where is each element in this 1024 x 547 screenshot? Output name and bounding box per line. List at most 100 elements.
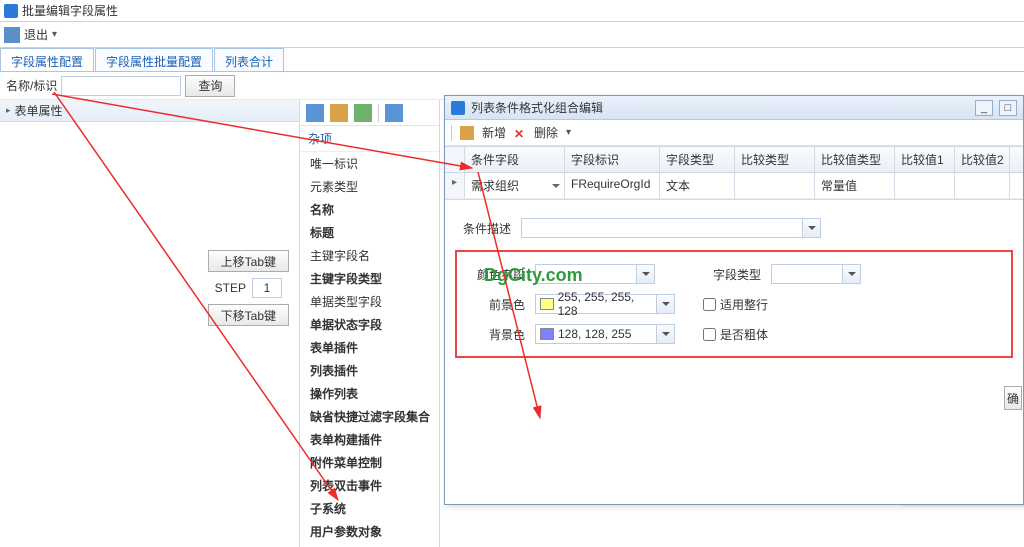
property-list-panel: 杂项 唯一标识元素类型名称标题主键字段名主键字段类型单据类型字段单据状态字段表单… [300,100,440,547]
close-icon[interactable]: □ [999,100,1017,116]
cell-compare-type[interactable] [735,173,815,198]
fg-swatch [540,298,554,310]
property-item[interactable]: 唯一标识 [300,152,439,175]
minimize-icon[interactable]: _ [975,100,993,116]
dialog-toolbar: 新增 ✕ 删除 ▾ [445,120,1023,146]
col-value-type[interactable]: 比较值类型 [815,147,895,172]
chevron-down-icon[interactable] [656,325,674,343]
filter-icon[interactable] [354,104,372,122]
col-field-type[interactable]: 字段类型 [660,147,735,172]
watermark: DgCity.com [484,265,583,286]
chevron-down-icon[interactable] [802,219,820,237]
row-marker: ▸ [445,173,465,198]
dialog-titlebar[interactable]: 列表条件格式化组合编辑 _ □ [445,96,1023,120]
whole-row-input[interactable] [703,298,716,311]
dialog-title: 列表条件格式化组合编辑 [471,99,603,116]
bg-swatch [540,328,554,340]
cell-field-id[interactable]: FRequireOrgId [565,173,660,198]
format-dialog: 列表条件格式化组合编辑 _ □ 新增 ✕ 删除 ▾ 条件字段 字段标识 字段类型… [444,95,1024,505]
property-item[interactable]: 主键字段名 [300,244,439,267]
bold-input[interactable] [703,328,716,341]
fg-color-combo[interactable]: 255, 255, 255, 128 [535,294,675,314]
separator [378,104,379,122]
search-input[interactable] [61,76,181,96]
main-toolbar: 退出 ▾ [0,22,1024,48]
chevron-down-icon[interactable] [842,265,860,283]
tree-root: 表单属性 [15,102,63,119]
property-item[interactable]: 模版 [300,543,439,547]
condition-grid: 条件字段 字段标识 字段类型 比较类型 比较值类型 比较值1 比较值2 ▸ 需求… [445,146,1023,200]
chevron-down-icon[interactable]: ▾ [566,127,571,138]
col-value2[interactable]: 比较值2 [955,147,1010,172]
property-item[interactable]: 用户参数对象 [300,520,439,543]
property-item[interactable]: 附件菜单控制 [300,451,439,474]
step-input[interactable] [252,278,282,298]
col-field-id[interactable]: 字段标识 [565,147,660,172]
chevron-down-icon[interactable] [656,295,674,313]
property-item[interactable]: 标题 [300,221,439,244]
fg-value: 255, 255, 255, 128 [558,290,654,318]
row-marker [445,147,465,172]
left-panel: ▸ 表单属性 上移Tab键 STEP 下移Tab键 [0,100,300,547]
window-titlebar: 批量编辑字段属性 [0,0,1024,22]
whole-row-checkbox[interactable]: 适用整行 [703,296,768,313]
delete-icon: ✕ [514,127,526,139]
doc-icon[interactable] [385,104,403,122]
move-down-button[interactable]: 下移Tab键 [208,304,289,326]
sort-icon[interactable] [306,104,324,122]
tabstrip: 字段属性配置 字段属性批量配置 列表合计 [0,48,1024,72]
property-item[interactable]: 操作列表 [300,382,439,405]
ok-button[interactable]: 确 [1004,386,1022,410]
col-cond-field[interactable]: 条件字段 [465,147,565,172]
tab-field-config[interactable]: 字段属性配置 [0,48,94,71]
cell-field-type[interactable]: 文本 [660,173,735,198]
exit-button[interactable]: 退出 [24,26,48,43]
tab-list-total[interactable]: 列表合计 [214,48,284,71]
property-item[interactable]: 元素类型 [300,175,439,198]
property-item[interactable]: 名称 [300,198,439,221]
group-header: 杂项 [300,126,439,152]
search-label: 名称/标识 [6,77,57,94]
property-list: 唯一标识元素类型名称标题主键字段名主键字段类型单据类型字段单据状态字段表单插件列… [300,152,439,547]
cell-value2[interactable] [955,173,1010,198]
field-type-combo[interactable] [771,264,861,284]
col-compare-type[interactable]: 比较类型 [735,147,815,172]
col-value1[interactable]: 比较值1 [895,147,955,172]
chevron-down-icon[interactable] [636,265,654,283]
bg-value: 128, 128, 255 [558,327,631,341]
property-item[interactable]: 列表双击事件 [300,474,439,497]
tree-caret-icon: ▸ [6,105,11,116]
move-up-button[interactable]: 上移Tab键 [208,250,289,272]
category-icon[interactable] [330,104,348,122]
property-item[interactable]: 单据类型字段 [300,290,439,313]
property-item[interactable]: 列表插件 [300,359,439,382]
tab-batch-config[interactable]: 字段属性批量配置 [95,48,213,71]
property-item[interactable]: 子系统 [300,497,439,520]
cell-value1[interactable] [895,173,955,198]
chevron-down-icon[interactable]: ▾ [52,29,57,40]
bg-color-combo[interactable]: 128, 128, 255 [535,324,675,344]
field-type-label: 字段类型 [705,266,761,283]
mid-toolbar [300,100,439,126]
dialog-icon [451,101,465,115]
cond-desc-combo[interactable] [521,218,821,238]
bold-checkbox[interactable]: 是否粗体 [703,326,768,343]
cell-cond-field[interactable]: 需求组织 [465,173,565,198]
property-item[interactable]: 表单插件 [300,336,439,359]
property-item[interactable]: 表单构建插件 [300,428,439,451]
cell-value-type[interactable]: 常量值 [815,173,895,198]
search-button[interactable]: 查询 [185,75,235,97]
table-row[interactable]: ▸ 需求组织 FRequireOrgId 文本 常量值 [445,173,1023,199]
property-item[interactable]: 主键字段类型 [300,267,439,290]
property-item[interactable]: 单据状态字段 [300,313,439,336]
add-icon [460,126,474,140]
window-title: 批量编辑字段属性 [22,2,118,19]
property-item[interactable]: 缺省快捷过滤字段集合 [300,405,439,428]
add-button[interactable]: 新增 [482,124,506,141]
app-icon [4,4,18,18]
delete-button[interactable]: 删除 [534,124,558,141]
separator [451,125,452,141]
tree-header[interactable]: ▸ 表单属性 [0,100,299,122]
step-label: STEP [215,281,246,295]
exit-icon [4,27,20,43]
